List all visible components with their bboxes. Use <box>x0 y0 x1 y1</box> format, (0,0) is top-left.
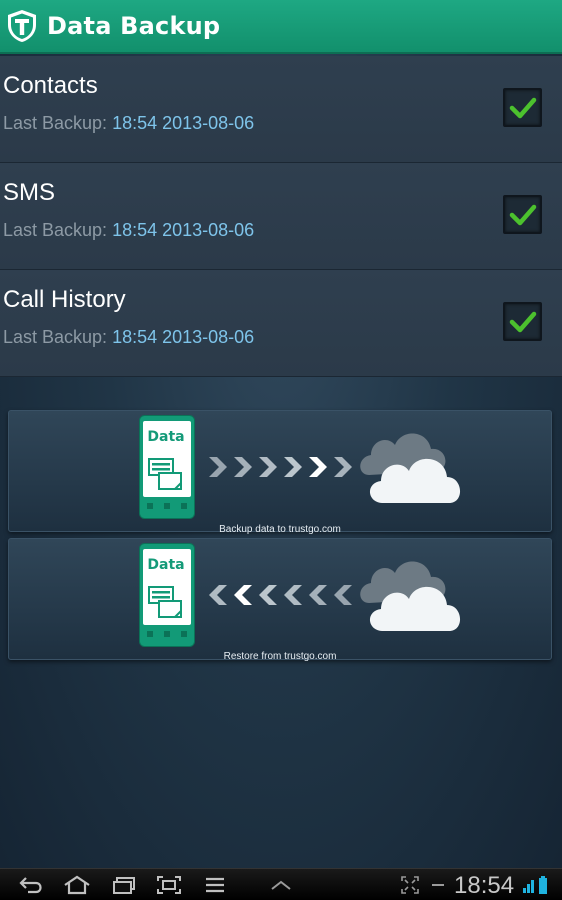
page-title: Data Backup <box>47 12 221 40</box>
cloud-icon <box>360 561 461 631</box>
sms-checkbox[interactable] <box>503 195 542 234</box>
last-backup-text: Last Backup: 18:54 2013-08-06 <box>3 327 254 348</box>
last-backup-value: 18:54 2013-08-06 <box>112 220 255 240</box>
item-name: SMS <box>3 179 56 206</box>
menu-icon[interactable] <box>204 875 226 895</box>
last-backup-value: 18:54 2013-08-06 <box>112 113 255 133</box>
checkmark-icon <box>509 97 537 119</box>
contacts-checkbox[interactable] <box>503 88 542 127</box>
last-backup-label: Last Backup: <box>3 327 108 347</box>
last-backup-text: Last Backup: 18:54 2013-08-06 <box>3 113 254 134</box>
item-name: Contacts <box>3 72 98 99</box>
list-item-contacts[interactable]: Contacts Last Backup: 18:54 2013-08-06 <box>0 56 562 163</box>
signal-icon <box>523 880 534 893</box>
home-icon[interactable] <box>62 875 92 895</box>
cloud-icon <box>360 433 461 503</box>
arrows-right-icon <box>209 457 352 477</box>
restore-button[interactable]: Data Restore from trustgo.com <box>8 538 552 662</box>
shield-t-icon[interactable] <box>5 8 39 44</box>
battery-icon <box>539 876 547 894</box>
chevron-up-icon[interactable] <box>268 875 294 895</box>
last-backup-label: Last Backup: <box>3 220 108 240</box>
recent-apps-icon[interactable] <box>111 875 137 895</box>
backup-list: Contacts Last Backup: 18:54 2013-08-06 S… <box>0 56 562 377</box>
last-backup-label: Last Backup: <box>3 113 108 133</box>
phone-icon: Data <box>139 543 195 652</box>
phone-label: Data <box>147 557 185 573</box>
last-backup-value: 18:54 2013-08-06 <box>112 327 255 347</box>
list-item-sms[interactable]: SMS Last Backup: 18:54 2013-08-06 <box>0 163 562 270</box>
system-bar: 18:54 <box>0 868 562 900</box>
call-history-checkbox[interactable] <box>503 302 542 341</box>
checkmark-icon <box>509 204 537 226</box>
arrows-left-icon <box>209 585 352 605</box>
phone-label: Data <box>147 429 185 445</box>
fullscreen-icon[interactable] <box>400 875 420 895</box>
title-bar: Data Backup <box>0 0 562 54</box>
backup-caption: Backup data to trustgo.com <box>219 524 341 535</box>
item-name: Call History <box>3 286 126 313</box>
last-backup-text: Last Backup: 18:54 2013-08-06 <box>3 220 254 241</box>
phone-icon: Data <box>139 415 195 524</box>
status-clock: 18:54 <box>454 872 515 899</box>
backup-button[interactable]: Data Backup data to trustgo.com <box>8 410 552 535</box>
minus-icon <box>432 884 444 886</box>
list-item-call-history[interactable]: Call History Last Backup: 18:54 2013-08-… <box>0 270 562 377</box>
checkmark-icon <box>509 311 537 333</box>
restore-caption: Restore from trustgo.com <box>223 651 337 662</box>
screenshot-icon[interactable] <box>156 875 182 895</box>
back-icon[interactable] <box>18 875 44 895</box>
